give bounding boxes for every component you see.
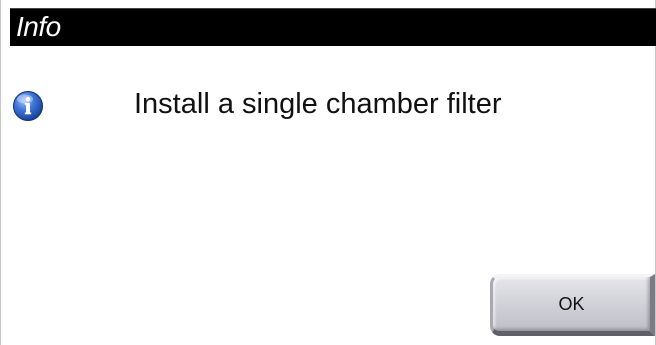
info-icon	[12, 90, 44, 122]
ok-button-label: OK	[558, 293, 585, 314]
dialog-message: Install a single chamber filter	[134, 88, 502, 120]
info-dialog: Info Install a single chamber filter OK	[0, 0, 656, 345]
ok-button[interactable]: OK	[490, 274, 655, 336]
dialog-title: Info	[16, 11, 61, 42]
title-bar: Info	[10, 8, 656, 46]
